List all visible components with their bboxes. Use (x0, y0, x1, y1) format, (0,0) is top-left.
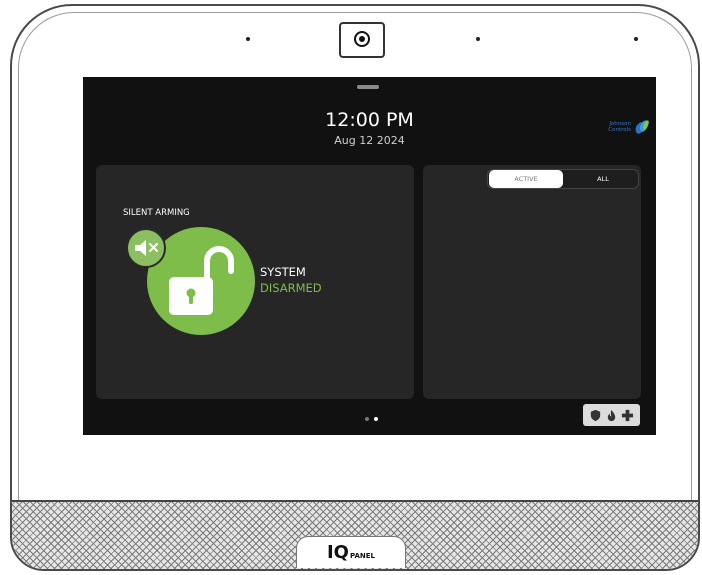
system-status-label: SYSTEM (260, 265, 306, 279)
brand-logo-text: Johnson Controls (608, 121, 631, 133)
speaker-muted-icon (135, 240, 158, 256)
security-status-panel: SILENT ARMING SYSTEM DISARMED (96, 165, 414, 399)
page-indicator (365, 417, 378, 421)
panel-brand-mark: IQ (326, 541, 349, 563)
camera-lens (339, 22, 385, 58)
jc-globe-icon (635, 120, 649, 134)
sensor-dot-left (246, 37, 250, 41)
panel-brand-text: PANEL (349, 551, 375, 560)
medical-cross-icon (621, 409, 634, 421)
silent-arming-label: SILENT ARMING (123, 208, 190, 218)
silent-arming-toggle[interactable] (126, 228, 166, 268)
tab-all[interactable]: ALL (568, 170, 638, 188)
emergency-button[interactable] (583, 404, 640, 426)
disarmed-status-text: DISARMED (260, 281, 322, 295)
page-dot-2[interactable] (374, 417, 378, 421)
events-panel: ACTIVE ALL (423, 165, 641, 399)
clock-time: 12:00 PM (325, 109, 414, 131)
event-filter-tabs: ACTIVE ALL (487, 169, 639, 189)
sensor-dot-center (476, 37, 480, 41)
clock-date: Aug 12 2024 (334, 134, 405, 147)
tab-active[interactable]: ACTIVE (489, 170, 563, 188)
iq-panel-logo: IQ PANEL (296, 536, 406, 568)
pull-down-handle[interactable] (357, 85, 379, 89)
johnson-controls-logo: Johnson Controls (597, 119, 650, 135)
shield-icon (590, 409, 601, 421)
sensor-dot-right (634, 37, 638, 41)
page-dot-1[interactable] (365, 417, 369, 421)
fire-icon (607, 409, 616, 421)
touch-screen: 12:00 PM Aug 12 2024 Johnson Controls SI… (83, 77, 656, 435)
